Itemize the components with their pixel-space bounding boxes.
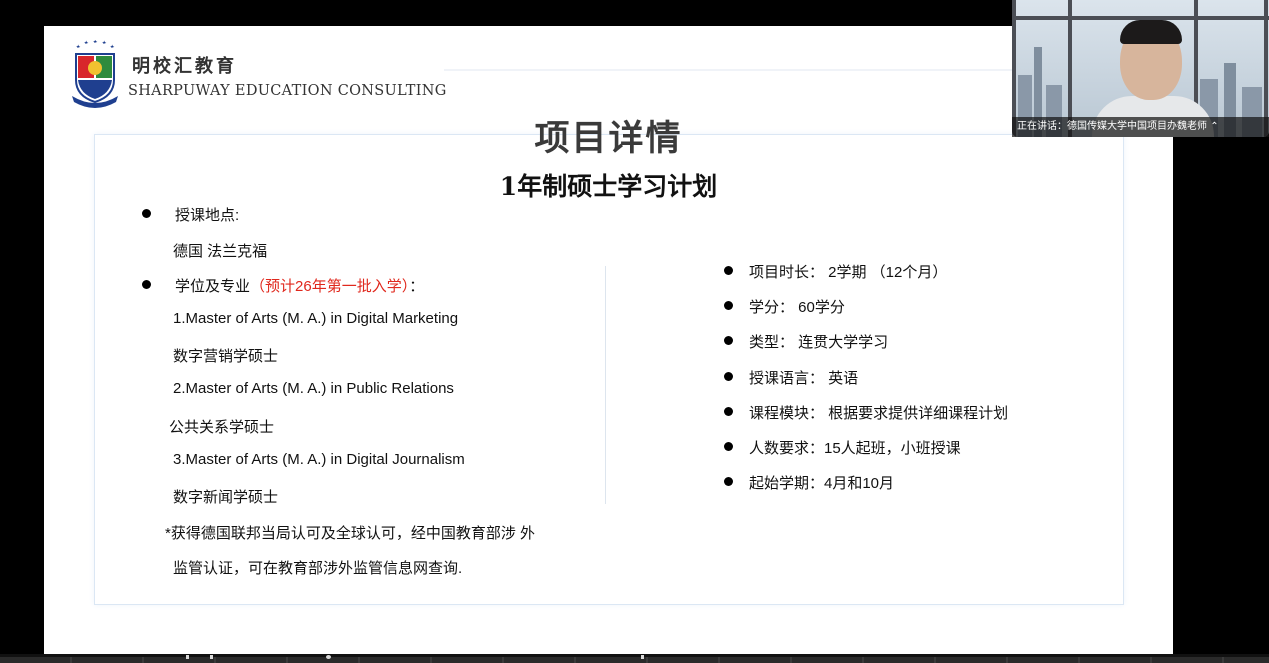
program-cn: 数字新闻学硕士 [173,489,279,506]
bullet-icon [724,477,733,486]
thumbnail-strip[interactable] [0,657,1269,663]
location-value: 德国 法兰克福 [173,243,268,260]
slide-subtitle: 1年制硕士学习计划 [499,172,718,201]
program-cn: 公共关系学硕士 [169,419,275,436]
strip-marker [326,655,331,659]
strip-marker [641,655,644,659]
accreditation-note-line2: 监管认证，可在教育部涉外监管信息网查询. [173,560,463,577]
detail-class-size: 人数要求：15人起班，小班授课 [749,440,961,457]
detail-type: 类型： 连贯大学学习 [749,334,889,351]
speaker-caption: 正在讲话：德国传媒大学中国项目办魏老师 ⌃ [1012,117,1269,137]
school-crest-logo [72,40,118,108]
slide-title: 项目详情 [534,118,683,159]
degree-colon: ： [409,278,425,295]
bullet-icon [724,336,733,345]
program-en: 2.Master of Arts (M. A.) in Public Relat… [173,380,454,397]
bullet-icon [724,372,733,381]
speaker-caption-text: 正在讲话：德国传媒大学中国项目办魏老师 [1017,121,1207,132]
bullet-icon [724,301,733,310]
bullet-icon [724,442,733,451]
program-en: 3.Master of Arts (M. A.) in Digital Jour… [173,451,465,468]
detail-credits: 学分： 60学分 [749,299,845,316]
detail-start-term: 起始学期：4月和10月 [749,475,895,492]
bullet-icon [724,266,733,275]
brand-name-en: SHARPUWAY EDUCATION CONSULTING [128,83,447,99]
bullet-icon [142,280,151,289]
program-en: 1.Master of Arts (M. A.) in Digital Mark… [173,310,459,327]
accreditation-note-line1: *获得德国联邦当局认可及全球认可，经中国教育部涉 外 [165,525,536,542]
detail-duration: 项目时长： 2学期 （12个月） [749,264,948,281]
bullet-icon [142,209,151,218]
strip-marker [210,655,213,659]
degree-label: 学位及专业 [175,278,251,295]
column-divider [605,266,606,504]
brand-name-cn: 明校汇教育 [132,56,237,77]
chevron-up-icon[interactable]: ⌃ [1210,121,1218,132]
degree-heading: 学位及专业（预计26年第一批入学）： [175,275,424,296]
degree-note: （预计26年第一批入学） [250,278,410,295]
bullet-icon [724,407,733,416]
speaker-hair [1120,20,1182,44]
strip-marker [186,655,189,659]
presentation-slide: 明校汇教育 SHARPUWAY EDUCATION CONSULTING 项目详… [44,26,1173,654]
detail-language: 授课语言： 英语 [749,370,859,387]
detail-modules: 课程模块： 根据要求提供详细课程计划 [749,405,1009,422]
program-cn: 数字营销学硕士 [173,348,279,365]
location-label: 授课地点: [175,207,240,224]
